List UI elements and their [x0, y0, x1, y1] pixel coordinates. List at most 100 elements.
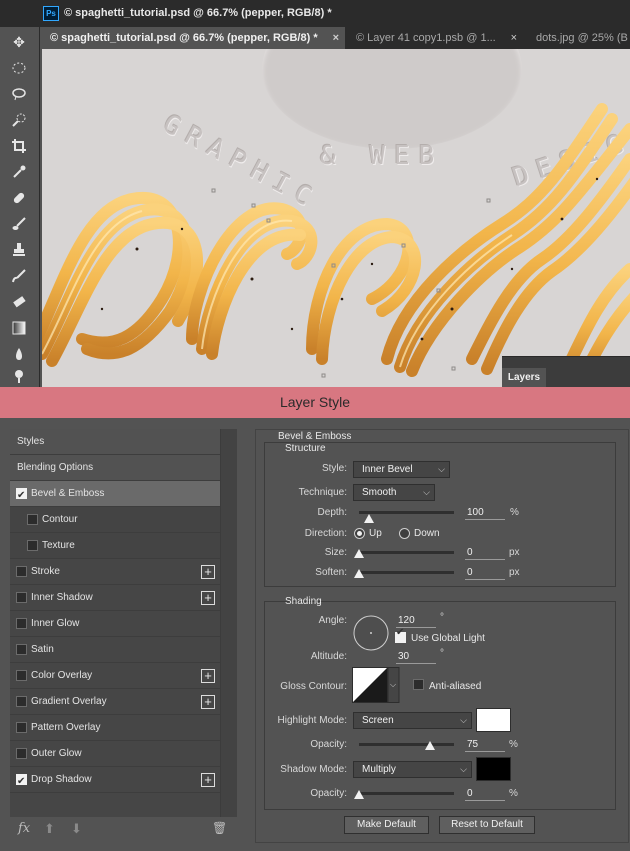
- shadow-opacity-unit: %: [509, 788, 518, 799]
- eraser-icon[interactable]: [8, 291, 30, 313]
- add-style-plus-icon[interactable]: +: [201, 565, 215, 579]
- style-item-drop-shadow[interactable]: Drop Shadow +: [10, 767, 220, 794]
- size-slider-track[interactable]: [359, 551, 454, 554]
- blur-icon[interactable]: [8, 343, 30, 365]
- brush-icon[interactable]: [8, 213, 30, 235]
- style-item-color-overlay[interactable]: Color Overlay +: [10, 663, 220, 689]
- add-style-plus-icon[interactable]: +: [201, 591, 215, 605]
- marquee-icon[interactable]: [8, 57, 30, 79]
- soften-slider-track[interactable]: [359, 571, 454, 574]
- style-checkbox[interactable]: [16, 670, 27, 681]
- style-checkbox[interactable]: [16, 483, 27, 508]
- add-style-plus-icon[interactable]: +: [201, 695, 215, 709]
- document-canvas[interactable]: GRAPHIC & WEB DESIGN: [42, 49, 630, 387]
- altitude-input[interactable]: 30: [396, 650, 436, 664]
- style-item-label: Drop Shadow: [31, 774, 92, 785]
- highlight-opacity-input[interactable]: 75: [465, 738, 505, 752]
- style-label: Style:: [321, 463, 347, 474]
- style-select[interactable]: Inner Bevel ⌵: [353, 461, 450, 478]
- highlight-mode-select[interactable]: Screen ⌵: [353, 712, 472, 729]
- fx-icon[interactable]: fx: [18, 821, 30, 836]
- style-item-inner-shadow[interactable]: Inner Shadow +: [10, 585, 220, 611]
- move-down-icon[interactable]: ⬇: [71, 821, 82, 837]
- reset-to-default-button[interactable]: Reset to Default: [439, 816, 535, 834]
- depth-slider-handle[interactable]: [363, 514, 374, 523]
- gloss-contour-picker[interactable]: ⌵: [352, 667, 400, 703]
- style-item-satin[interactable]: Satin: [10, 637, 220, 663]
- style-item-label: Gradient Overlay: [31, 696, 107, 707]
- make-default-button[interactable]: Make Default: [344, 816, 429, 834]
- highlight-opacity-slider-handle[interactable]: [425, 741, 436, 750]
- styles-list: Styles Blending Options Bevel & Emboss Cont…: [10, 429, 220, 817]
- clone-stamp-icon[interactable]: [8, 239, 30, 261]
- layers-tab[interactable]: Layers: [502, 368, 546, 387]
- style-checkbox[interactable]: [16, 566, 27, 577]
- close-icon[interactable]: ×: [511, 27, 517, 49]
- style-checkbox[interactable]: [16, 592, 27, 603]
- gradient-icon[interactable]: [8, 317, 30, 339]
- crop-icon[interactable]: [8, 135, 30, 157]
- styles-list-scrollbar[interactable]: [220, 429, 237, 817]
- style-checkbox[interactable]: [16, 769, 27, 794]
- tab-dots[interactable]: dots.jpg @ 25% (B: [526, 27, 630, 49]
- healing-brush-icon[interactable]: [8, 187, 30, 209]
- soften-slider-handle[interactable]: [354, 569, 364, 578]
- spaghetti-lettering: [42, 103, 630, 385]
- anti-aliased-checkbox[interactable]: [413, 679, 424, 690]
- direction-up-radio[interactable]: [354, 528, 365, 539]
- angle-unit: °: [440, 612, 444, 623]
- altitude-unit: °: [440, 648, 444, 659]
- add-style-plus-icon[interactable]: +: [201, 669, 215, 683]
- highlight-color-swatch[interactable]: [476, 708, 511, 732]
- size-input[interactable]: 0: [465, 546, 505, 560]
- style-item-stroke[interactable]: Stroke +: [10, 559, 220, 585]
- shadow-opacity-slider-track[interactable]: [359, 792, 454, 795]
- style-item-gradient-overlay[interactable]: Gradient Overlay +: [10, 689, 220, 715]
- style-checkbox[interactable]: [27, 540, 38, 551]
- style-item-styles[interactable]: Styles: [10, 429, 220, 455]
- style-item-outer-glow[interactable]: Outer Glow: [10, 741, 220, 767]
- depth-input[interactable]: 100: [465, 506, 505, 520]
- trash-icon[interactable]: 🗑: [212, 821, 227, 835]
- direction-label: Direction:: [304, 528, 347, 539]
- move-icon[interactable]: ✥: [8, 31, 30, 53]
- close-icon[interactable]: ×: [333, 27, 339, 49]
- lasso-icon[interactable]: [8, 83, 30, 105]
- use-global-light-checkbox[interactable]: [395, 627, 406, 643]
- style-item-bevel-emboss[interactable]: Bevel & Emboss: [10, 481, 220, 508]
- shadow-color-swatch[interactable]: [476, 757, 511, 781]
- style-item-texture[interactable]: Texture: [10, 533, 220, 559]
- history-brush-icon[interactable]: [8, 265, 30, 287]
- style-checkbox[interactable]: [16, 644, 27, 655]
- quick-select-icon[interactable]: [8, 109, 30, 131]
- technique-select[interactable]: Smooth ⌵: [353, 484, 435, 501]
- tab-layer-41-copy[interactable]: © Layer 41 copy1.psb @ 1... ×: [346, 27, 523, 49]
- size-slider-handle[interactable]: [354, 549, 364, 558]
- highlight-opacity-slider-track[interactable]: [359, 743, 454, 746]
- style-checkbox[interactable]: [16, 748, 27, 759]
- angle-input[interactable]: 120: [396, 614, 436, 628]
- style-item-contour[interactable]: Contour: [10, 507, 220, 533]
- direction-down-radio[interactable]: [399, 528, 410, 539]
- shadow-opacity-input[interactable]: 0: [465, 787, 505, 801]
- shadow-opacity-label: Opacity:: [310, 788, 347, 799]
- tab-spaghetti-tutorial[interactable]: © spaghetti_tutorial.psd @ 66.7% (pepper…: [40, 27, 345, 49]
- style-checkbox[interactable]: [27, 514, 38, 525]
- style-checkbox[interactable]: [16, 618, 27, 629]
- eyedropper-icon[interactable]: [8, 161, 30, 183]
- style-item-label: Stroke: [31, 566, 60, 577]
- dodge-icon[interactable]: [8, 367, 30, 387]
- add-style-plus-icon[interactable]: +: [201, 773, 215, 787]
- style-item-inner-glow[interactable]: Inner Glow: [10, 611, 220, 637]
- soften-input[interactable]: 0: [465, 566, 505, 580]
- layer-style-dialog: Layer Style Styles Blending Options Bevel …: [0, 387, 630, 851]
- style-checkbox[interactable]: [16, 696, 27, 707]
- style-item-pattern-overlay[interactable]: Pattern Overlay: [10, 715, 220, 741]
- angle-dial[interactable]: [352, 614, 390, 652]
- style-item-blending-options[interactable]: Blending Options: [10, 455, 220, 481]
- style-item-label: Styles: [17, 436, 45, 447]
- style-checkbox[interactable]: [16, 722, 27, 733]
- shadow-opacity-slider-handle[interactable]: [354, 790, 364, 799]
- move-up-icon[interactable]: ⬆: [44, 821, 55, 837]
- shadow-mode-select[interactable]: Multiply ⌵: [353, 761, 472, 778]
